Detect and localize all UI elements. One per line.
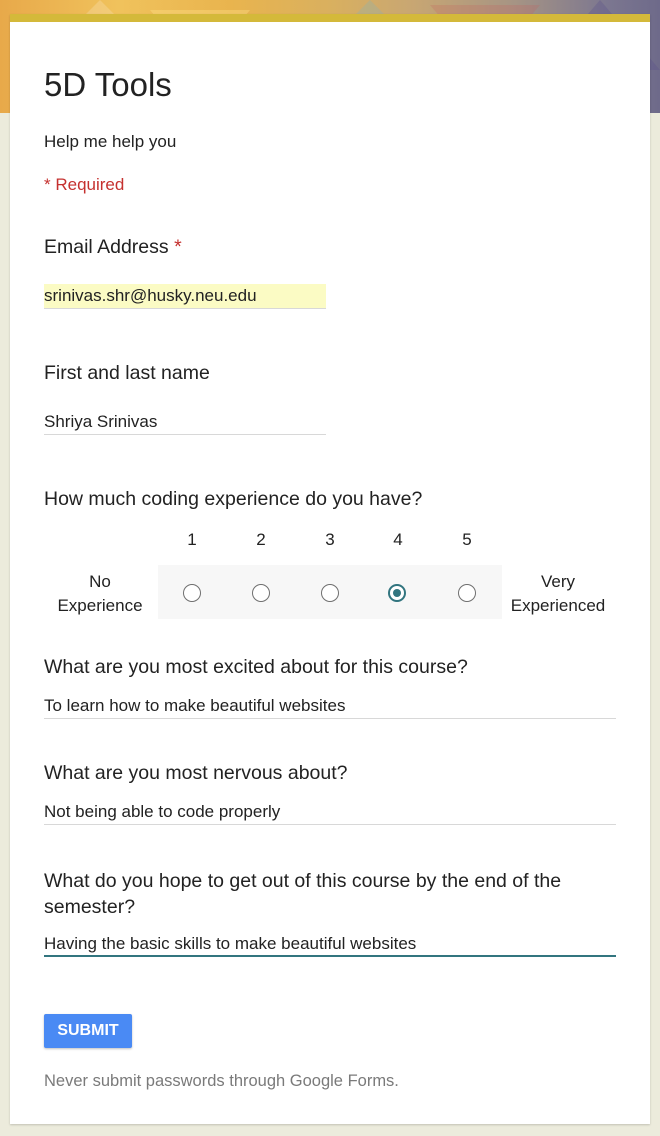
email-field[interactable]: srinivas.shr@husky.neu.edu [44,284,326,309]
form-description: Help me help you [44,132,177,151]
scale-radio-2[interactable] [252,584,270,602]
scale-radio-1[interactable] [183,584,201,602]
excited-question-label: What are you most excited about for this… [44,656,468,678]
required-star: * [174,236,182,258]
scale-number-3: 3 [325,530,335,549]
password-warning: Never submit passwords through Google Fo… [44,1072,399,1090]
required-note: * Required [44,175,125,194]
hope-question-label: What do you hope to get out of this cour… [44,868,561,920]
email-label-text: Email Address [44,236,169,258]
name-field[interactable]: Shriya Srinivas [44,410,326,435]
nervous-question-label: What are you most nervous about? [44,762,348,784]
scale-high-label: Very Experienced [502,570,614,618]
hope-label-line2: semester? [44,896,136,918]
scale-high-line2: Experienced [510,596,606,615]
scale-number-5: 5 [462,530,472,549]
scale-low-line2: Experience [57,596,143,615]
coding-question-label: How much coding experience do you have? [44,488,423,510]
submit-button[interactable]: SUBMIT [44,1014,132,1048]
email-question-label: Email Address * [44,236,182,259]
scale-radio-4-selected[interactable] [388,584,406,602]
scale-low-line1: No [89,572,111,591]
scale-number-2: 2 [256,530,266,549]
scale-number-1: 1 [187,530,197,549]
hope-field[interactable]: Having the basic skills to make beautifu… [44,932,616,957]
nervous-field[interactable]: Not being able to code properly [44,800,616,825]
scale-radio-5[interactable] [458,584,476,602]
name-question-label: First and last name [44,362,210,384]
form-title: 5D Tools [44,66,172,103]
scale-radio-3[interactable] [321,584,339,602]
scale-low-label: No Experience [44,570,156,618]
scale-high-line1: Very [540,572,576,591]
hope-label-line1: What do you hope to get out of this cour… [44,870,562,892]
scale-number-4: 4 [393,530,403,549]
form-card: 5D Tools Help me help you * Required Ema… [10,14,650,1124]
excited-field[interactable]: To learn how to make beautiful websites [44,694,616,719]
